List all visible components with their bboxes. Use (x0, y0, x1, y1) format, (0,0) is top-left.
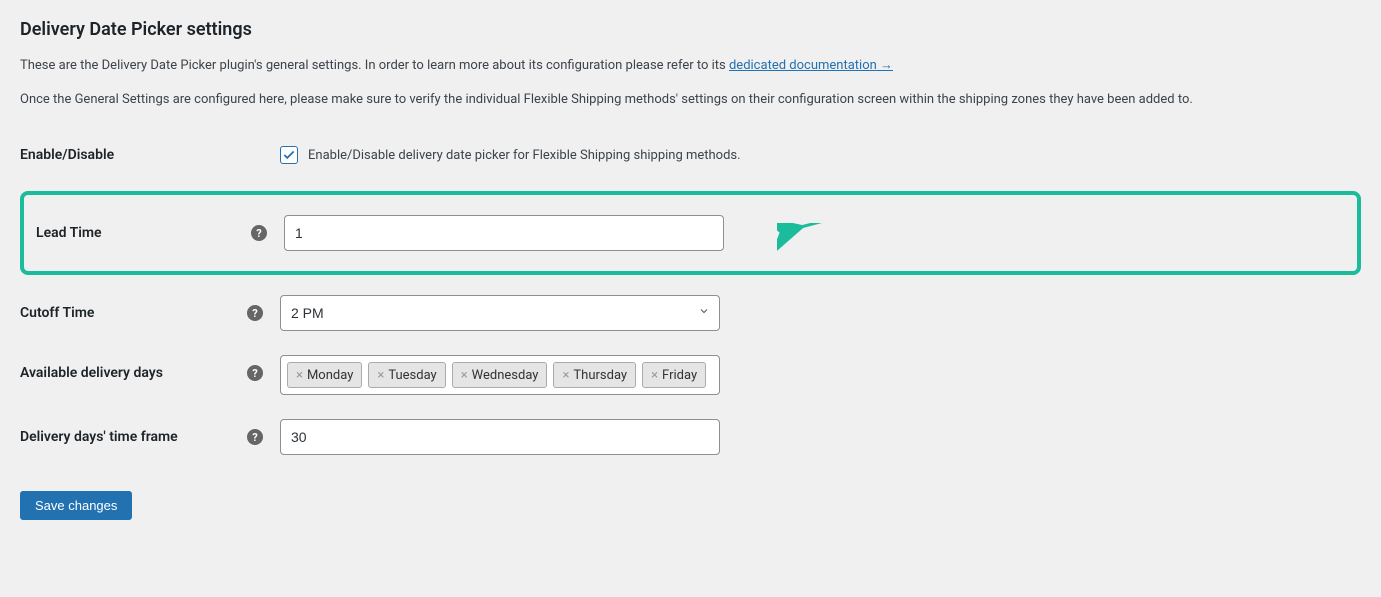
check-icon (282, 148, 296, 162)
remove-tag-icon[interactable]: × (461, 368, 468, 383)
remove-tag-icon[interactable]: × (651, 368, 658, 383)
intro-text-1: These are the Delivery Date Picker plugi… (20, 58, 729, 73)
day-tag[interactable]: × Wednesday (452, 362, 548, 388)
label-enable-disable: Enable/Disable (20, 127, 240, 183)
help-icon[interactable]: ? (247, 365, 263, 381)
label-time-frame: Delivery days' time frame (20, 407, 240, 467)
enable-checkbox-label: Enable/Disable delivery date picker for … (308, 148, 741, 163)
intro-paragraph-2: Once the General Settings are configured… (20, 90, 1361, 110)
day-tag[interactable]: × Thursday (553, 362, 636, 388)
row-time-frame: Delivery days' time frame ? (20, 407, 1361, 467)
day-tag[interactable]: × Friday (642, 362, 706, 388)
label-lead-time: Lead Time (36, 205, 244, 261)
time-frame-input[interactable] (280, 419, 720, 455)
documentation-link[interactable]: dedicated documentation → (729, 58, 893, 73)
day-tag[interactable]: × Monday (287, 362, 362, 388)
help-icon[interactable]: ? (247, 429, 263, 445)
row-available-days: Available delivery days ? × Monday× Tues… (20, 343, 1361, 407)
lead-time-input[interactable] (284, 215, 724, 251)
day-tag-label: Thursday (573, 368, 627, 383)
remove-tag-icon[interactable]: × (562, 368, 569, 383)
remove-tag-icon[interactable]: × (377, 368, 384, 383)
remove-tag-icon[interactable]: × (296, 368, 303, 383)
help-icon[interactable]: ? (247, 305, 263, 321)
lead-time-highlight: Lead Time ? (20, 191, 1361, 275)
intro-paragraph-1: These are the Delivery Date Picker plugi… (20, 56, 1361, 76)
available-days-multiselect[interactable]: × Monday× Tuesday× Wednesday× Thursday× … (280, 355, 720, 395)
day-tag-label: Monday (307, 368, 353, 383)
cutoff-time-select[interactable]: 2 PM (280, 295, 720, 331)
save-changes-button[interactable]: Save changes (20, 491, 132, 520)
day-tag-label: Tuesday (388, 368, 436, 383)
day-tag-label: Wednesday (472, 368, 539, 383)
row-enable-disable: Enable/Disable Enable/Disable delivery d… (20, 127, 1361, 183)
label-available-days: Available delivery days (20, 343, 240, 407)
row-lead-time: Lead Time ? (20, 183, 1361, 283)
day-tag-label: Friday (662, 368, 697, 383)
row-cutoff-time: Cutoff Time ? 2 PM (20, 283, 1361, 343)
settings-form-table: Enable/Disable Enable/Disable delivery d… (20, 127, 1361, 467)
help-icon[interactable]: ? (251, 225, 267, 241)
page-title: Delivery Date Picker settings (20, 10, 1361, 44)
day-tag[interactable]: × Tuesday (368, 362, 445, 388)
label-cutoff-time: Cutoff Time (20, 283, 240, 343)
enable-checkbox[interactable] (280, 146, 298, 164)
